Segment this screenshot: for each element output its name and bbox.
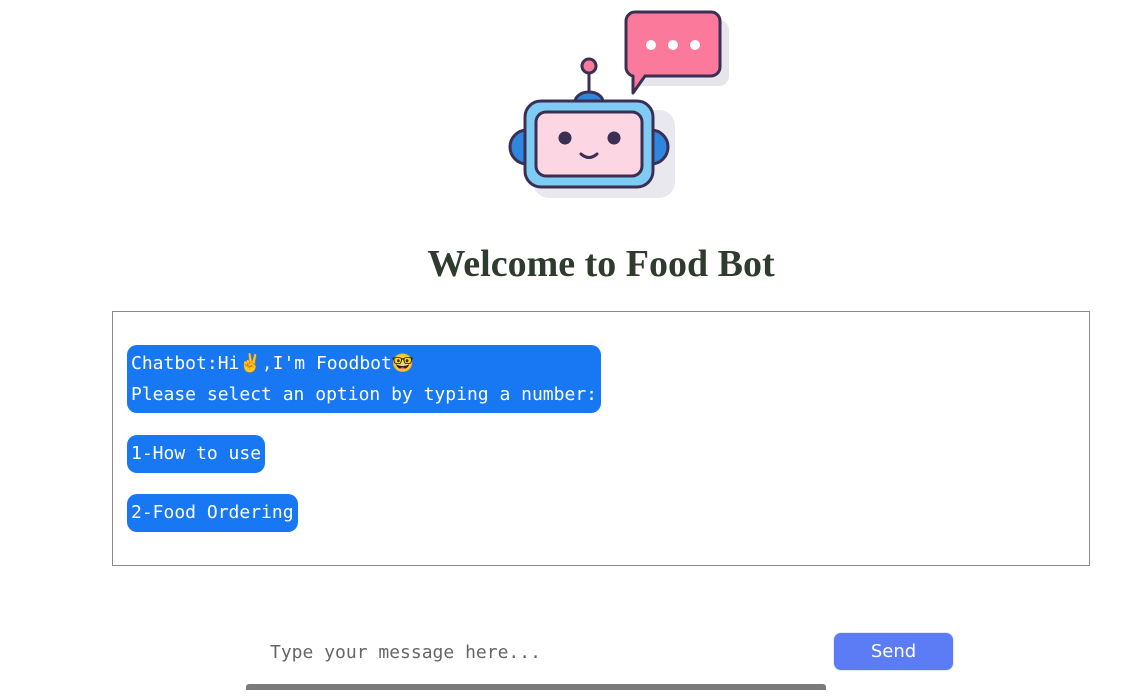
page-title: Welcome to Food Bot [427,243,775,285]
send-button[interactable]: Send [834,633,953,670]
option-how-to-use: 1-How to use [127,435,266,473]
message-input[interactable] [246,631,826,673]
robot-chat-icon [508,10,729,198]
greeting-line: Chatbot:Hi✌️,I'm Foodbot🤓 [131,353,415,374]
chat-log: Chatbot:Hi✌️,I'm Foodbot🤓 Please select … [112,311,1090,566]
instruction-line: Please select an option by typing a numb… [131,384,597,405]
option-food-ordering: 2-Food Ordering [127,494,298,532]
input-underline [246,684,826,690]
bot-greeting-bubble: Chatbot:Hi✌️,I'm Foodbot🤓 Please select … [127,345,601,413]
message-composer: Send [246,631,966,691]
